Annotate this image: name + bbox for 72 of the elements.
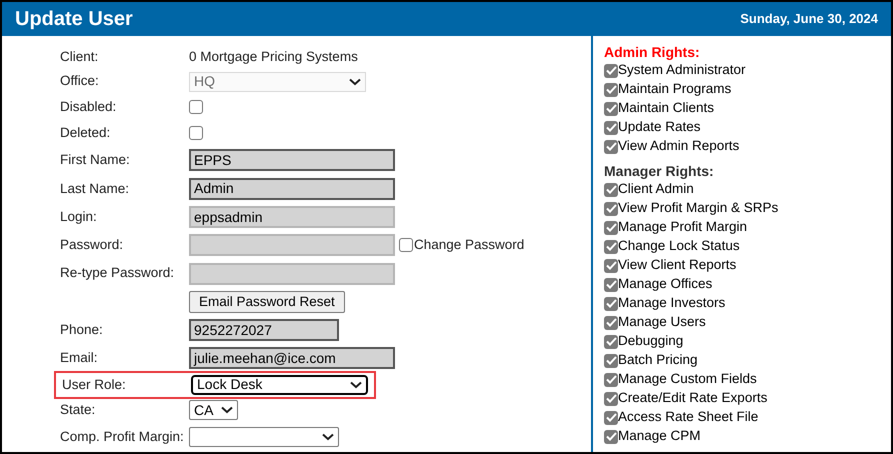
select-dropdown[interactable]: Lock Desk <box>191 374 368 395</box>
checkbox[interactable] <box>604 372 618 386</box>
field-label: State: <box>60 401 96 420</box>
checkbox[interactable] <box>604 82 618 96</box>
date-label: Sunday, June 30, 2024 <box>740 10 878 28</box>
field-label: First Name: <box>60 151 131 170</box>
field-label: Login: <box>60 208 98 226</box>
permission-label: View Client Reports <box>618 256 736 274</box>
select-dropdown[interactable] <box>189 427 339 448</box>
permission-label: Access Rate Sheet File <box>618 408 758 426</box>
checkbox[interactable] <box>604 354 618 368</box>
permission-label: Manage Users <box>618 313 706 332</box>
permission-label: Manage Offices <box>618 275 712 294</box>
permission-label: View Profit Margin & SRPs <box>618 199 778 218</box>
permission-label: Batch Pricing <box>618 351 698 370</box>
page-title: Update User <box>15 7 133 32</box>
checkbox[interactable] <box>604 392 618 406</box>
client-value: 0 Mortgage Pricing Systems <box>189 48 358 66</box>
checkbox[interactable] <box>604 220 618 234</box>
field-label: Password: <box>60 236 124 254</box>
input-field[interactable]: julie.meehan@ice.com <box>189 347 395 370</box>
field-label: Client: <box>60 48 100 66</box>
field-label: Deleted: <box>60 124 112 142</box>
email-password-reset-button[interactable]: Email Password Reset <box>189 290 345 313</box>
permission-label: Debugging <box>618 332 684 350</box>
chevron-down-icon <box>349 78 361 86</box>
checkbox[interactable] <box>604 278 618 292</box>
field-label: Email: <box>60 349 99 368</box>
permission-label: Manage Profit Margin <box>618 218 748 236</box>
select-dropdown[interactable]: CA <box>189 400 238 420</box>
checkbox[interactable] <box>604 64 618 78</box>
permission-label: Create/Edit Rate Exports <box>618 389 768 408</box>
field-label: Last Name: <box>60 180 130 198</box>
checkbox[interactable] <box>604 240 618 254</box>
field-label: Disabled: <box>60 98 118 116</box>
checkbox[interactable] <box>604 316 618 330</box>
field-label: User Role: <box>62 376 127 394</box>
checkbox[interactable] <box>604 102 618 116</box>
field-label: Phone: <box>60 320 104 339</box>
checkbox[interactable] <box>604 258 618 272</box>
permission-label: Manage Investors <box>618 294 726 312</box>
checkbox[interactable] <box>604 430 618 444</box>
checkbox[interactable] <box>604 334 618 348</box>
section-heading: Manager Rights: <box>604 163 715 180</box>
field-label: Re-type Password: <box>60 264 176 282</box>
permission-label: Manage Custom Fields <box>618 370 757 388</box>
checkbox[interactable] <box>189 126 203 140</box>
permission-label: Update Rates <box>618 118 701 136</box>
checkbox[interactable] <box>604 140 618 154</box>
checkbox[interactable] <box>189 100 203 114</box>
chevron-down-icon <box>221 406 233 414</box>
permission-label: Client Admin <box>618 180 694 198</box>
input-field[interactable]: Admin <box>189 178 395 200</box>
chevron-down-icon <box>322 433 334 442</box>
input-field[interactable]: 9252272027 <box>189 319 339 342</box>
input-field[interactable]: EPPS <box>189 149 395 172</box>
chevron-down-icon <box>350 380 362 389</box>
permission-label: Maintain Clients <box>618 99 714 118</box>
permission-label: Change Lock Status <box>618 237 740 256</box>
checkbox[interactable] <box>604 296 618 310</box>
field-label: Comp. Profit Margin: <box>60 428 185 446</box>
change-password-label: Change Password <box>414 236 524 254</box>
checkbox[interactable] <box>604 410 618 424</box>
permission-label: View Admin Reports <box>618 137 740 156</box>
permission-label: System Administrator <box>618 61 746 80</box>
field-label: Office: <box>60 72 100 90</box>
checkbox[interactable] <box>604 182 618 196</box>
section-heading: Admin Rights: <box>604 44 701 61</box>
checkbox[interactable] <box>604 120 618 134</box>
permission-label: Manage CPM <box>618 427 701 446</box>
checkbox[interactable] <box>604 202 618 216</box>
permission-label: Maintain Programs <box>618 80 732 98</box>
